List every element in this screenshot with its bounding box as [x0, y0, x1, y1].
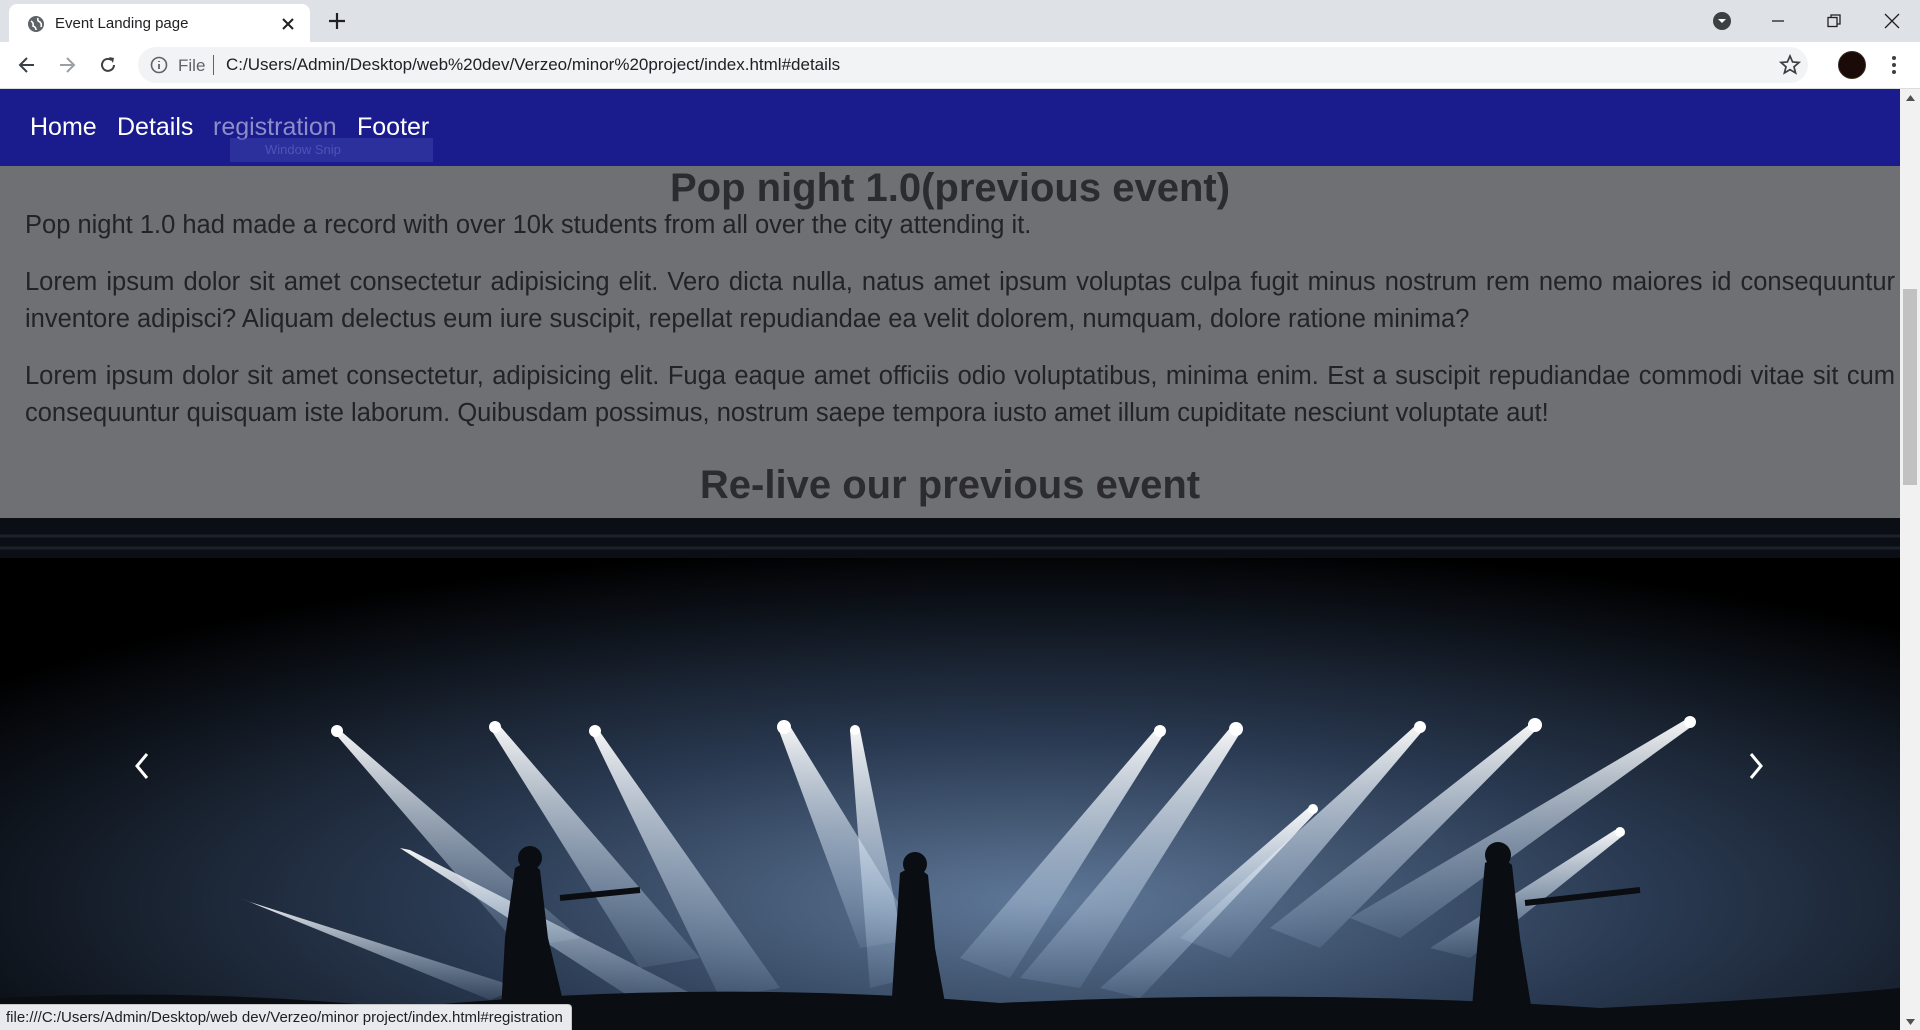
- site-navbar: Home Details registration Footer Window …: [0, 89, 1900, 166]
- restore-button[interactable]: [1806, 0, 1862, 42]
- url-text[interactable]: C:/Users/Admin/Desktop/web%20dev/Verzeo/…: [226, 55, 840, 75]
- reload-icon: [101, 57, 115, 72]
- profile-avatar[interactable]: [1838, 51, 1866, 79]
- chevron-left-icon: [135, 753, 149, 779]
- details-section: Pop night 1.0(previous event) Pop night …: [0, 166, 1900, 518]
- concert-stage-photo: [0, 518, 1900, 1030]
- minimize-button[interactable]: [1750, 0, 1806, 42]
- scroll-down-button[interactable]: [1900, 1013, 1920, 1030]
- status-bar-url: file:///C:/Users/Admin/Desktop/web dev/V…: [0, 1004, 572, 1030]
- details-intro: Pop night 1.0 had made a record with ove…: [25, 211, 1032, 239]
- relive-heading: Re-live our previous event: [699, 463, 1201, 507]
- url-scheme-label: File: [178, 56, 206, 75]
- chevron-right-icon: [1749, 753, 1763, 779]
- details-paragraph-2: Lorem ipsum dolor sit amet consectetur, …: [25, 362, 1895, 427]
- triangle-up-icon: [1905, 94, 1915, 101]
- new-tab-icon[interactable]: [325, 9, 349, 33]
- more-menu-icon[interactable]: [1882, 53, 1906, 77]
- page-viewport: Home Details registration Footer Window …: [0, 89, 1900, 1030]
- page-scrollbar[interactable]: [1900, 89, 1920, 1030]
- arrow-left-icon: [18, 57, 34, 73]
- nav-link-home[interactable]: Home: [30, 113, 97, 142]
- event-carousel: [0, 518, 1900, 1030]
- tab-search-button[interactable]: [1694, 0, 1750, 42]
- carousel-prev-button[interactable]: [127, 746, 157, 786]
- window-snip-tooltip: Window Snip: [230, 138, 433, 162]
- reload-button[interactable]: [96, 53, 120, 77]
- scroll-up-button[interactable]: [1900, 89, 1920, 106]
- carousel-next-button[interactable]: [1741, 746, 1771, 786]
- scrollbar-thumb[interactable]: [1903, 289, 1917, 485]
- tooltip-text: Window Snip: [265, 142, 341, 157]
- details-heading: Pop night 1.0(previous event): [669, 166, 1231, 210]
- globe-icon: [28, 16, 44, 32]
- tab-strip: Event Landing page: [0, 0, 1920, 42]
- info-icon[interactable]: [150, 56, 168, 74]
- close-window-button[interactable]: [1864, 0, 1920, 42]
- tab-title: Event Landing page: [55, 15, 189, 32]
- browser-toolbar: File C:/Users/Admin/Desktop/web%20dev/Ve…: [0, 42, 1920, 89]
- chevron-down-circle-icon: [1713, 12, 1731, 30]
- triangle-down-icon: [1905, 1018, 1915, 1025]
- close-icon: [1884, 13, 1900, 29]
- forward-button[interactable]: [55, 53, 79, 77]
- details-paragraph-1: Lorem ipsum dolor sit amet consectetur a…: [25, 268, 1895, 333]
- nav-link-details[interactable]: Details: [117, 113, 193, 142]
- address-bar[interactable]: File C:/Users/Admin/Desktop/web%20dev/Ve…: [138, 47, 1808, 83]
- close-tab-icon[interactable]: [277, 13, 299, 35]
- browser-tab[interactable]: Event Landing page: [9, 4, 310, 42]
- restore-icon: [1827, 14, 1841, 28]
- back-button[interactable]: [15, 53, 39, 77]
- arrow-right-icon: [60, 57, 76, 73]
- bookmark-star-icon[interactable]: [1778, 53, 1802, 77]
- minimize-icon: [1772, 20, 1784, 22]
- omnibox-divider: [213, 55, 214, 75]
